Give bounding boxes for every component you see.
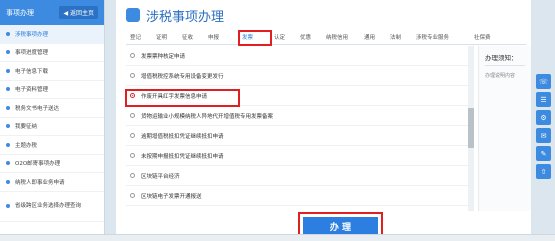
- sidebar-item-label: 电子信息下载: [15, 68, 49, 75]
- instructions-text: 办理说明内容: [485, 73, 516, 79]
- sidebar-item-e-delivery[interactable]: 税务文书电子送达: [0, 99, 104, 118]
- matter-list: 发票票种核定申请 增值税税控系统专用设备变更发行 作废开具红字发票信息申请 货物…: [126, 46, 471, 211]
- tab-certification[interactable]: 认定: [274, 33, 285, 41]
- page-header: 涉税事项办理: [116, 0, 531, 30]
- sidebar-header: 事项办理 ◀ 返回主页: [0, 0, 104, 25]
- sidebar-item-theme[interactable]: 主题办税: [0, 136, 104, 155]
- divider: [485, 65, 525, 66]
- sidebar-title: 事项办理: [6, 8, 34, 17]
- list-scrollbar[interactable]: [468, 46, 474, 211]
- bullet-icon: [6, 161, 10, 166]
- bullet-icon: [6, 124, 10, 129]
- main-panel: 涉税事项办理 登记 证明 征收 申报 发票 认定 优惠 纳税信用 通用 法制 涉…: [116, 0, 531, 241]
- list-item[interactable]: 发票票种核定申请: [126, 46, 471, 66]
- scrollbar-thumb[interactable]: [468, 108, 474, 148]
- tab-declaration[interactable]: 申报: [208, 33, 219, 41]
- list-item[interactable]: 区块链平台经济: [126, 166, 471, 186]
- sidebar-item-label: O2O邮寄事项办理: [15, 161, 61, 168]
- page-title: 涉税事项办理: [146, 9, 225, 25]
- radio-button[interactable]: [130, 53, 135, 58]
- radio-button[interactable]: [130, 173, 135, 178]
- category-tabs: 登记 证明 征收 申报 发票 认定 优惠 纳税信用 通用 法制 涉税专业服务 社…: [126, 31, 526, 45]
- bullet-icon: [6, 204, 10, 208]
- radio-button[interactable]: [130, 133, 135, 138]
- list-item[interactable]: 逾期增值税抵扣凭证继续抵扣申请: [126, 126, 471, 146]
- radio-button[interactable]: [130, 153, 135, 158]
- bullet-icon: [6, 105, 10, 110]
- tab-collection[interactable]: 征收: [182, 33, 193, 41]
- radio-button[interactable]: [130, 73, 135, 78]
- phone-icon[interactable]: ☏: [536, 74, 551, 89]
- sidebar-item-progress[interactable]: 事项进度管理: [0, 44, 104, 62]
- sidebar-item-levy[interactable]: 我要征纳: [0, 118, 104, 136]
- tax-matters-icon: [126, 8, 140, 22]
- tab-social-security[interactable]: 社保费: [474, 33, 491, 41]
- sidebar-item-label: 事项进度管理: [15, 50, 49, 57]
- tab-general[interactable]: 通用: [364, 33, 375, 41]
- menu-icon[interactable]: ☰: [536, 92, 551, 107]
- bullet-icon: [6, 87, 10, 92]
- handle-button[interactable]: 办 理: [303, 217, 378, 235]
- sidebar-item-label: 电子资料管理: [15, 87, 49, 94]
- gear-icon[interactable]: ⚙: [536, 110, 551, 125]
- bullet-icon: [6, 31, 10, 36]
- sidebar-item-label: 税务文书电子送达: [15, 105, 60, 112]
- right-toolbar: ☏ ☰ ⚙ ✉ ✎ ⇧: [536, 74, 551, 182]
- sidebar-item-cross-region[interactable]: 省级跨区业务选择办理查询: [0, 192, 104, 222]
- list-item[interactable]: 区块链电子发票开通报送: [126, 186, 471, 206]
- back-to-top-icon[interactable]: ⇧: [536, 164, 551, 179]
- sidebar-item-label: 主题办税: [15, 142, 38, 149]
- edit-icon[interactable]: ✎: [536, 146, 551, 161]
- sidebar-item-apply[interactable]: 纳税人即事业务申请: [0, 173, 104, 192]
- instructions-panel: 办理须知： 办理说明内容: [478, 46, 531, 211]
- sidebar-item-o2o[interactable]: O2O邮寄事项办理: [0, 155, 104, 173]
- annotation-tab-invoice: [238, 30, 272, 46]
- mail-icon[interactable]: ✉: [536, 128, 551, 143]
- tab-legal[interactable]: 法制: [390, 33, 401, 41]
- sidebar-item-e-docs[interactable]: 电子资料管理: [0, 81, 104, 99]
- radio-button[interactable]: [130, 193, 135, 198]
- bullet-icon: [6, 50, 10, 55]
- instructions-title: 办理须知：: [485, 54, 518, 62]
- sidebar-item-download[interactable]: 电子信息下载: [0, 62, 104, 81]
- tab-credit[interactable]: 纳税信用: [326, 33, 348, 41]
- annotation-selected-item: [125, 89, 240, 107]
- tab-registration[interactable]: 登记: [130, 33, 141, 41]
- sidebar-item-tax-matters[interactable]: 涉税事项办理: [0, 25, 104, 44]
- tab-certificate[interactable]: 证明: [156, 33, 167, 41]
- list-item[interactable]: 货物运输业小规模纳税人异地代开增值税专用发票备案: [126, 106, 471, 126]
- tab-preferential[interactable]: 优惠: [300, 33, 311, 41]
- bullet-icon: [6, 142, 10, 147]
- sidebar: 事项办理 ◀ 返回主页 涉税事项办理 事项进度管理 电子信息下载 电子资料管理 …: [0, 0, 105, 241]
- sidebar-item-label: 省级跨区业务选择办理查询: [15, 202, 82, 209]
- sidebar-item-label: 涉税事项办理: [15, 31, 49, 38]
- bullet-icon: [6, 179, 10, 184]
- radio-button[interactable]: [130, 113, 135, 118]
- sidebar-item-label: 我要征纳: [15, 124, 38, 131]
- list-item[interactable]: 增值税税控系统专用设备变更发行: [126, 66, 471, 86]
- bullet-icon: [6, 68, 10, 73]
- sidebar-item-label: 纳税人即事业务申请: [15, 179, 65, 186]
- back-home-button[interactable]: ◀ 返回主页: [59, 6, 98, 19]
- tab-professional-services[interactable]: 涉税专业服务: [416, 33, 449, 41]
- horizontal-scrollbar[interactable]: [0, 234, 555, 241]
- list-item[interactable]: 未按期申报抵扣凭证继续抵扣申请: [126, 146, 471, 166]
